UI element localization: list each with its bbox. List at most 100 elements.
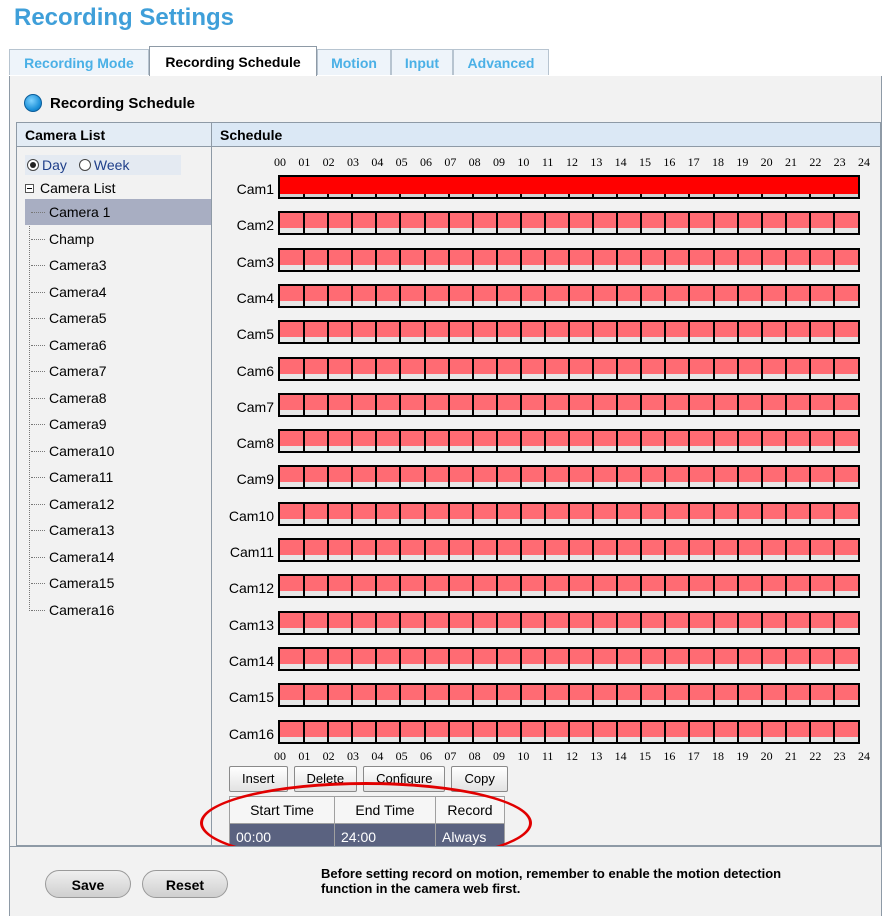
hour-tick-label: 13 xyxy=(590,155,603,169)
hour-gridline xyxy=(664,576,667,597)
camera-item-label[interactable]: Camera15 xyxy=(47,570,116,596)
tree-branch-line xyxy=(31,450,45,452)
hour-gridline xyxy=(760,249,763,270)
hour-gridline xyxy=(495,612,498,633)
camera-item-label[interactable]: Champ xyxy=(47,226,96,252)
hour-gridline xyxy=(616,648,619,669)
hour-gridline xyxy=(616,721,619,742)
reset-button[interactable]: Reset xyxy=(142,870,228,898)
sidebar-item-camera[interactable]: Camera16 xyxy=(31,597,211,623)
hour-tick-label: 00 xyxy=(274,749,286,763)
sidebar-item-camera[interactable]: Camera6 xyxy=(31,332,211,358)
camera-item-label[interactable]: Camera7 xyxy=(47,358,109,384)
camera-item-label[interactable]: Camera4 xyxy=(47,279,109,305)
camera-item-label[interactable]: Camera6 xyxy=(47,332,109,358)
tree-root-label[interactable]: Camera List xyxy=(40,180,115,196)
schedule-bar[interactable] xyxy=(278,574,860,599)
schedule-bar[interactable] xyxy=(278,646,860,671)
camera-item-label[interactable]: Camera11 xyxy=(47,464,115,490)
motion-note-line2: function in the camera web first. xyxy=(321,881,521,896)
camera-item-label[interactable]: Camera14 xyxy=(47,544,116,570)
schedule-bar[interactable] xyxy=(278,283,860,308)
sidebar-item-camera[interactable]: Camera13 xyxy=(31,517,211,543)
hour-tick-label: 01 xyxy=(298,155,311,169)
tab-advanced[interactable]: Advanced xyxy=(453,49,549,75)
hour-gridline xyxy=(640,431,643,452)
hour-gridline xyxy=(832,685,835,706)
week-radio[interactable] xyxy=(78,159,91,171)
hour-gridline xyxy=(303,721,306,742)
schedule-bar[interactable] xyxy=(278,683,860,708)
sidebar-item-camera[interactable]: Champ xyxy=(31,226,211,252)
schedule-bar[interactable] xyxy=(278,247,860,272)
sidebar-item-camera[interactable]: Camera5 xyxy=(31,305,211,331)
schedule-bar[interactable] xyxy=(278,356,860,381)
hour-gridline xyxy=(808,213,811,234)
hour-gridline xyxy=(423,358,426,379)
sidebar-item-camera[interactable]: Camera3 xyxy=(31,252,211,278)
hour-gridline xyxy=(447,394,450,415)
hour-gridline xyxy=(760,285,763,306)
week-radio-label[interactable]: Week xyxy=(94,157,130,173)
camera-item-label[interactable]: Camera10 xyxy=(47,438,116,464)
camera-item-label[interactable]: Camera5 xyxy=(47,305,109,331)
save-button[interactable]: Save xyxy=(45,870,131,898)
camera-item-label[interactable]: Camera12 xyxy=(47,491,116,517)
camera-item-label[interactable]: Camera3 xyxy=(47,252,109,278)
sidebar-item-camera[interactable]: Camera10 xyxy=(31,438,211,464)
sidebar-item-camera[interactable]: Camera14 xyxy=(31,544,211,570)
schedule-bar[interactable] xyxy=(278,392,860,417)
hour-gridline xyxy=(423,721,426,742)
schedule-bar[interactable] xyxy=(278,429,860,454)
schedule-bar[interactable] xyxy=(278,465,860,490)
hour-gridline xyxy=(592,322,595,343)
sidebar-item-camera[interactable]: Camera9 xyxy=(31,411,211,437)
camera-item-label[interactable]: Camera13 xyxy=(47,517,116,543)
hour-gridline xyxy=(616,685,619,706)
tab-recording-mode[interactable]: Recording Mode xyxy=(9,49,149,75)
camera-row-label: Cam12 xyxy=(228,580,274,597)
camera-item-label[interactable]: Camera 1 xyxy=(47,199,112,225)
schedule-bar[interactable] xyxy=(278,610,860,635)
day-radio-label[interactable]: Day xyxy=(42,157,67,173)
tab-motion[interactable]: Motion xyxy=(317,49,391,75)
sidebar-item-camera[interactable]: Camera12 xyxy=(31,491,211,517)
hour-gridline xyxy=(447,322,450,343)
sidebar-item-camera[interactable]: Camera8 xyxy=(31,385,211,411)
schedule-header: Schedule xyxy=(212,123,880,147)
sidebar-item-camera[interactable]: Camera11 xyxy=(31,464,211,490)
camera-item-label[interactable]: Camera9 xyxy=(47,411,109,437)
collapse-icon[interactable] xyxy=(25,183,34,193)
hour-gridline xyxy=(832,431,835,452)
schedule-bar[interactable] xyxy=(278,719,860,744)
hour-gridline xyxy=(712,648,715,669)
tab-input[interactable]: Input xyxy=(391,49,453,75)
camera-item-label[interactable]: Camera16 xyxy=(47,597,116,623)
hour-tick-label: 02 xyxy=(322,155,335,169)
hour-gridline xyxy=(375,648,378,669)
hour-gridline xyxy=(351,540,354,560)
hour-gridline xyxy=(471,721,474,742)
schedule-bar[interactable] xyxy=(278,211,860,236)
tree-root[interactable]: Camera List xyxy=(25,179,115,197)
sidebar-item-camera[interactable]: Camera 1 xyxy=(25,199,211,225)
insert-button[interactable]: Insert xyxy=(229,766,288,792)
configure-button[interactable]: Configure xyxy=(363,766,446,792)
copy-button[interactable]: Copy xyxy=(451,766,508,792)
day-radio[interactable] xyxy=(27,159,39,171)
hour-gridline xyxy=(399,322,402,343)
hour-gridline xyxy=(327,213,330,234)
schedule-bar[interactable] xyxy=(278,175,860,199)
delete-button[interactable]: Delete xyxy=(293,766,358,792)
hour-gridline xyxy=(447,648,450,669)
schedule-bar[interactable] xyxy=(278,501,860,526)
tab-recording-schedule[interactable]: Recording Schedule xyxy=(149,46,317,77)
schedule-bar[interactable] xyxy=(278,320,860,345)
camera-item-label[interactable]: Camera8 xyxy=(47,385,109,411)
hour-tick-label: 18 xyxy=(712,749,724,763)
sidebar-item-camera[interactable]: Camera4 xyxy=(31,279,211,305)
hour-gridline xyxy=(399,503,402,524)
sidebar-item-camera[interactable]: Camera7 xyxy=(31,358,211,384)
schedule-bar[interactable] xyxy=(278,538,860,562)
sidebar-item-camera[interactable]: Camera15 xyxy=(31,570,211,596)
